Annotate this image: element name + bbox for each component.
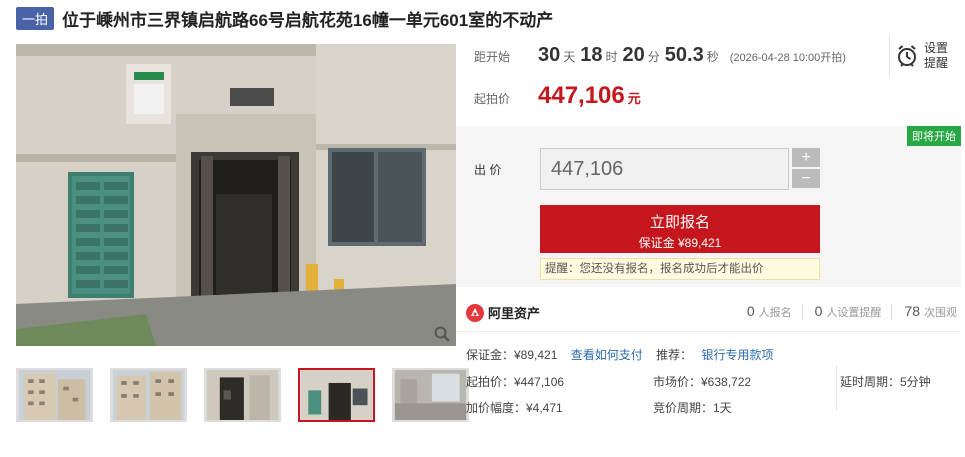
auction-start-time: (2026-04-28 10:00开拍)	[729, 52, 846, 64]
auction-round-tag: 一拍	[16, 6, 55, 30]
views-count: 78	[904, 303, 920, 319]
thumbnail-4-selected[interactable]	[298, 368, 375, 422]
delay-period-detail: 延时周期：5分钟	[840, 375, 931, 389]
start-price-label: 起拍价	[474, 92, 511, 106]
thumbnail-3[interactable]	[204, 368, 281, 422]
main-property-image[interactable]	[16, 44, 456, 346]
zoom-icon[interactable]	[434, 326, 450, 342]
stats-counters: 0 人报名 0 人设置提醒 78 次围观	[735, 303, 957, 320]
bank-payment-link[interactable]: 银行专用款项	[701, 348, 773, 362]
reminders-count: 0	[814, 303, 823, 319]
countdown-minutes: 20	[622, 44, 645, 66]
thumbnail-2[interactable]	[110, 368, 187, 422]
registrations-count: 0	[746, 303, 755, 319]
building-exterior-thumbnail	[112, 370, 185, 420]
start-price-row: 起拍价 447,106 元	[474, 82, 641, 110]
building-entrance-photo	[16, 44, 456, 346]
bid-increase-button[interactable]: +	[792, 148, 820, 167]
reminders-label: 人设置提醒	[826, 304, 893, 320]
header: 一拍 位于嵊州市三界镇启航路66号启航花苑16幢一单元601室的不动产	[16, 6, 553, 30]
minutes-unit: 分	[647, 50, 660, 64]
bid-decrease-button[interactable]: −	[792, 169, 820, 188]
stats-bar: 阿里资产 0 人报名 0 人设置提醒 78 次围观	[456, 294, 961, 332]
set-reminder-button[interactable]: 设置 提醒	[889, 36, 957, 76]
deposit-amount: 保证金：¥89,421	[466, 348, 558, 362]
increment-detail: 加价幅度：¥4,471	[466, 401, 563, 415]
building-exterior-thumbnail	[18, 370, 91, 420]
countdown-days: 30	[538, 44, 561, 66]
how-to-pay-link[interactable]: 查看如何支付	[571, 348, 643, 362]
thumbnail-strip	[16, 368, 469, 422]
thumbnail-1[interactable]	[16, 368, 93, 422]
hours-unit: 时	[605, 50, 618, 64]
page-title: 位于嵊州市三界镇启航路66号启航花苑16幢一单元601室的不动产	[62, 10, 554, 30]
bid-amount-input[interactable]: 447,106	[540, 148, 789, 190]
countdown-hours: 18	[580, 44, 603, 66]
reminder-label-line2: 提醒	[924, 56, 949, 70]
bid-label: 出 价	[474, 163, 502, 177]
countdown: 距开始 30 天 18 时 20 分 50.3 秒 (2026-04-28 10…	[474, 44, 846, 67]
ali-assets-icon	[466, 303, 484, 322]
start-price-value: 447,106	[538, 82, 625, 109]
market-price-detail: 市场价：¥638,722	[653, 375, 752, 389]
bid-panel: 即将开始 出 价 447,106 + − 立即报名 保证金 ¥89,421 提醒…	[456, 126, 961, 287]
reminder-label: 设置 提醒	[924, 41, 948, 71]
countdown-label: 距开始	[474, 50, 511, 64]
deposit-row: 保证金：¥89,421 查看如何支付 推荐： 银行专用款项	[466, 346, 773, 363]
registrations-label: 人报名	[759, 304, 803, 320]
register-now-button[interactable]: 立即报名 保证金 ¥89,421	[540, 205, 820, 253]
building-entrance-thumbnail	[300, 370, 373, 420]
alarm-clock-icon	[898, 45, 916, 67]
ali-assets-name: 阿里资产	[488, 306, 541, 321]
views-label: 次围观	[924, 307, 957, 319]
interior-room-thumbnail	[394, 370, 467, 420]
recommend-label: 推荐：	[656, 348, 693, 362]
days-unit: 天	[563, 50, 576, 64]
register-button-deposit: 保证金 ¥89,421	[638, 236, 722, 250]
start-price-unit: 元	[627, 91, 641, 106]
register-button-label: 立即报名	[649, 214, 710, 231]
start-price-detail: 起拍价：¥447,106	[466, 375, 565, 389]
divider	[836, 365, 837, 411]
stairwell-thumbnail	[206, 370, 279, 420]
status-badge: 即将开始	[907, 126, 961, 146]
seconds-unit: 秒	[706, 50, 719, 64]
reminder-label-line1: 设置	[924, 41, 949, 55]
thumbnail-5[interactable]	[392, 368, 469, 422]
countdown-seconds: 50.3	[664, 44, 704, 66]
registration-tip: 提醒：您还没有报名，报名成功后才能出价	[540, 258, 820, 280]
bid-period-detail: 竞价周期：1天	[653, 401, 732, 415]
ali-assets-logo: 阿里资产	[466, 303, 540, 322]
